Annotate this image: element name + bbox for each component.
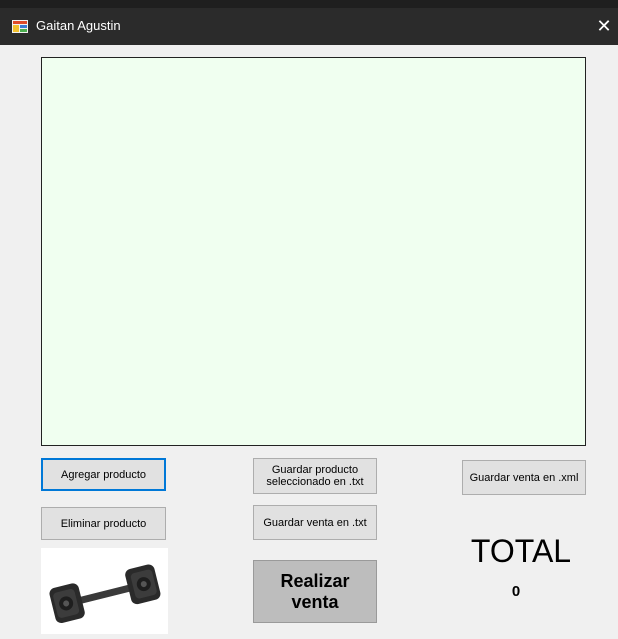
make-sale-label-line2: venta [291,591,339,612]
save-sale-xml-label: Guardar venta en .xml [469,471,579,484]
dumbbell-image [41,548,168,634]
save-selected-product-txt-button[interactable]: Guardar producto seleccionado en .txt [253,458,377,494]
make-sale-label-line1: Realizar [280,570,350,591]
title-bar[interactable]: Gaitan Agustin ✕ [0,8,618,45]
remove-product-label: Eliminar producto [60,517,147,530]
add-product-label: Agregar producto [61,468,146,481]
total-value: 0 [511,583,521,600]
add-product-button[interactable]: Agregar producto [41,458,166,491]
window-title: Gaitan Agustin [36,18,121,33]
make-sale-label: Realizar venta [280,571,349,613]
product-listbox[interactable] [41,57,586,446]
save-selected-label-line2: seleccionado en .txt [266,476,364,488]
save-selected-label-line1: Guardar producto [271,464,359,476]
dumbbell-icon [49,564,161,624]
save-selected-product-label: Guardar producto seleccionado en .txt [266,464,363,488]
remove-product-button[interactable]: Eliminar producto [41,507,166,540]
app-icon [12,20,28,33]
close-icon[interactable]: ✕ [590,8,618,45]
top-strip [0,0,618,8]
save-sale-txt-button[interactable]: Guardar venta en .txt [253,505,377,540]
total-label: TOTAL [470,533,572,569]
save-sale-xml-button[interactable]: Guardar venta en .xml [462,460,586,495]
make-sale-button[interactable]: Realizar venta [253,560,377,623]
save-sale-txt-label: Guardar venta en .txt [263,516,367,529]
